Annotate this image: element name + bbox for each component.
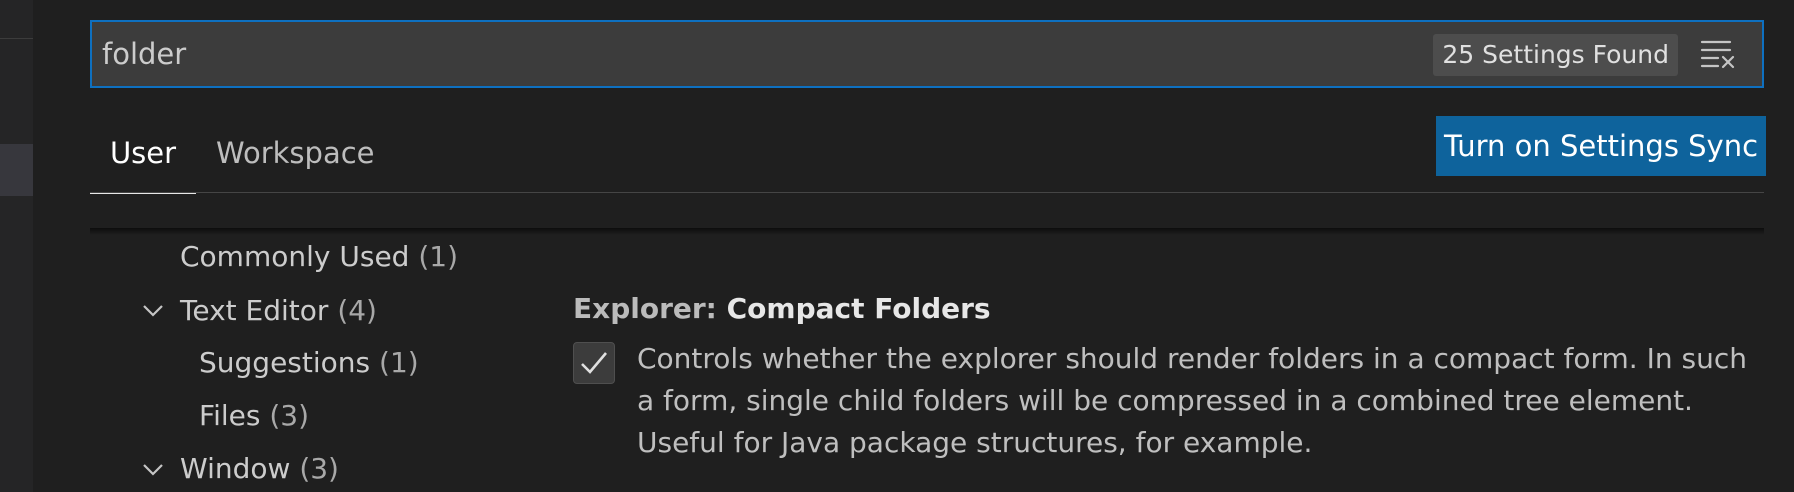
toc-label: Suggestions [199, 346, 371, 379]
toc-item-window[interactable]: Window (3) [180, 449, 339, 489]
toc-label: Files [199, 399, 261, 432]
tabs-divider [90, 192, 1764, 193]
chevron-down-icon[interactable] [140, 457, 166, 483]
settings-search-input[interactable] [102, 22, 1402, 86]
settings-editor: 25 Settings Found User Workspace Turn on… [0, 0, 1794, 492]
toc-count: (1) [379, 346, 419, 379]
compact-folders-checkbox[interactable] [573, 342, 615, 384]
toc-count: (3) [269, 399, 310, 432]
scroll-shadow [90, 228, 1764, 235]
toc-item-commonly-used[interactable]: Commonly Used (1) [180, 237, 458, 277]
toc-count: (3) [299, 452, 339, 485]
toc-item-files[interactable]: Files (3) [199, 396, 309, 436]
tab-user[interactable]: User [90, 116, 196, 194]
clear-filter-button[interactable] [1700, 38, 1736, 70]
sidebar-divider [0, 38, 33, 39]
sidebar-strip [0, 0, 33, 492]
sidebar-selected-item[interactable] [0, 144, 33, 196]
toc-count: (4) [337, 294, 377, 327]
results-count-badge: 25 Settings Found [1433, 34, 1678, 76]
tab-workspace[interactable]: Workspace [216, 116, 375, 194]
toc-label: Window [180, 452, 291, 485]
toc-label: Text Editor [180, 294, 329, 327]
turn-on-settings-sync-button[interactable]: Turn on Settings Sync [1436, 116, 1766, 176]
setting-name: Compact Folders [726, 292, 991, 325]
chevron-down-icon[interactable] [140, 298, 166, 324]
setting-title: Explorer: Compact Folders [573, 292, 991, 325]
clear-filter-icon [1700, 40, 1735, 69]
settings-search-box: 25 Settings Found [90, 20, 1764, 88]
checkmark-icon [581, 352, 607, 374]
setting-category: Explorer: [573, 292, 727, 325]
toc-label: Commonly Used [180, 240, 410, 273]
setting-description: Controls whether the explorer should ren… [637, 342, 1747, 459]
toc-item-text-editor[interactable]: Text Editor (4) [180, 291, 377, 331]
toc-item-suggestions[interactable]: Suggestions (1) [199, 343, 419, 383]
toc-count: (1) [418, 240, 459, 273]
